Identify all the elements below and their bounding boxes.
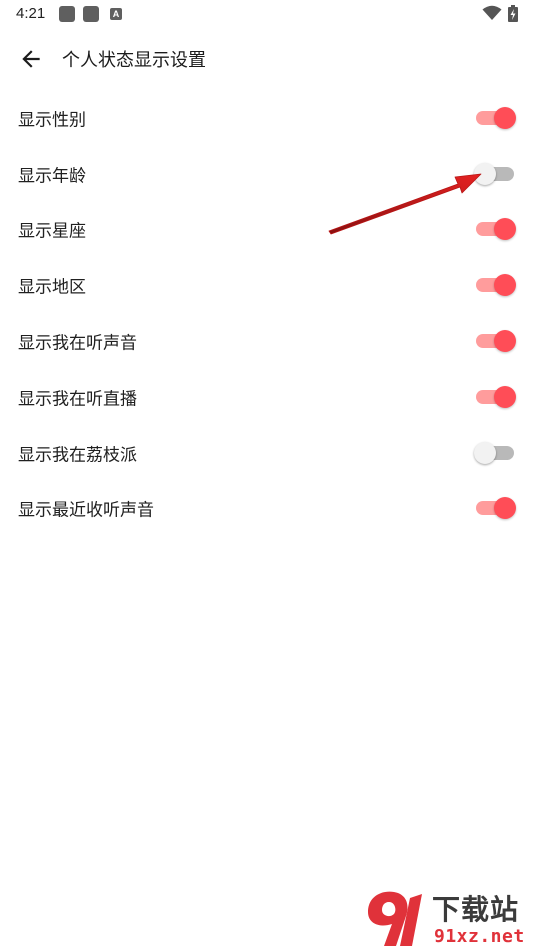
setting-row-listening-live: 显示我在听直播 bbox=[0, 369, 534, 425]
setting-label: 显示地区 bbox=[18, 277, 86, 298]
switch-thumb bbox=[474, 162, 496, 185]
switch-thumb bbox=[494, 274, 516, 297]
settings-list: 显示性别 显示年龄 显示星座 显示地区 显示我在听声音 显示我在听直播 显示我在… bbox=[0, 90, 534, 536]
watermark-logo-icon bbox=[368, 891, 422, 946]
watermark: 下载站 91xz.net bbox=[362, 888, 534, 950]
setting-row-lizhi-party: 显示我在荔枝派 bbox=[0, 425, 534, 481]
switch-thumb bbox=[474, 441, 496, 464]
setting-row-age: 显示年龄 bbox=[0, 146, 534, 202]
setting-row-recent-audio: 显示最近收听声音 bbox=[0, 481, 534, 537]
setting-row-gender: 显示性别 bbox=[0, 90, 534, 146]
switch-thumb bbox=[494, 385, 516, 408]
setting-label: 显示性别 bbox=[18, 110, 86, 131]
setting-label: 显示我在荔枝派 bbox=[18, 445, 137, 466]
toggle-switch[interactable] bbox=[474, 495, 516, 521]
toggle-switch[interactable] bbox=[474, 328, 516, 354]
wifi-icon bbox=[482, 5, 502, 20]
switch-thumb bbox=[494, 497, 516, 520]
setting-row-region: 显示地区 bbox=[0, 257, 534, 313]
watermark-text: 下载站 bbox=[432, 893, 520, 926]
toggle-switch[interactable] bbox=[474, 161, 516, 187]
app-notification-icon bbox=[83, 6, 99, 22]
switch-thumb bbox=[494, 106, 516, 129]
setting-label: 显示年龄 bbox=[18, 166, 86, 187]
a-notification-icon: A bbox=[110, 8, 122, 20]
switch-thumb bbox=[494, 330, 516, 353]
toggle-switch[interactable] bbox=[474, 216, 516, 242]
app-bar: 个人状态显示设置 bbox=[0, 30, 534, 86]
watermark-url: 91xz.net bbox=[434, 926, 525, 947]
status-time: 4:21 bbox=[16, 5, 46, 22]
setting-row-zodiac: 显示星座 bbox=[0, 202, 534, 258]
switch-thumb bbox=[494, 218, 516, 241]
arrow-back-icon[interactable] bbox=[18, 46, 44, 72]
setting-label: 显示星座 bbox=[18, 221, 86, 242]
status-bar: 4:21 A bbox=[0, 0, 534, 28]
setting-label: 显示最近收听声音 bbox=[18, 500, 154, 521]
battery-charging-icon bbox=[508, 5, 518, 22]
setting-label: 显示我在听直播 bbox=[18, 389, 137, 410]
toggle-switch[interactable] bbox=[474, 440, 516, 466]
setting-row-listening-audio: 显示我在听声音 bbox=[0, 313, 534, 369]
toggle-switch[interactable] bbox=[474, 105, 516, 131]
toggle-switch[interactable] bbox=[474, 384, 516, 410]
setting-label: 显示我在听声音 bbox=[18, 333, 137, 354]
page-title: 个人状态显示设置 bbox=[62, 50, 206, 71]
app-notification-icon bbox=[59, 6, 75, 22]
toggle-switch[interactable] bbox=[474, 272, 516, 298]
